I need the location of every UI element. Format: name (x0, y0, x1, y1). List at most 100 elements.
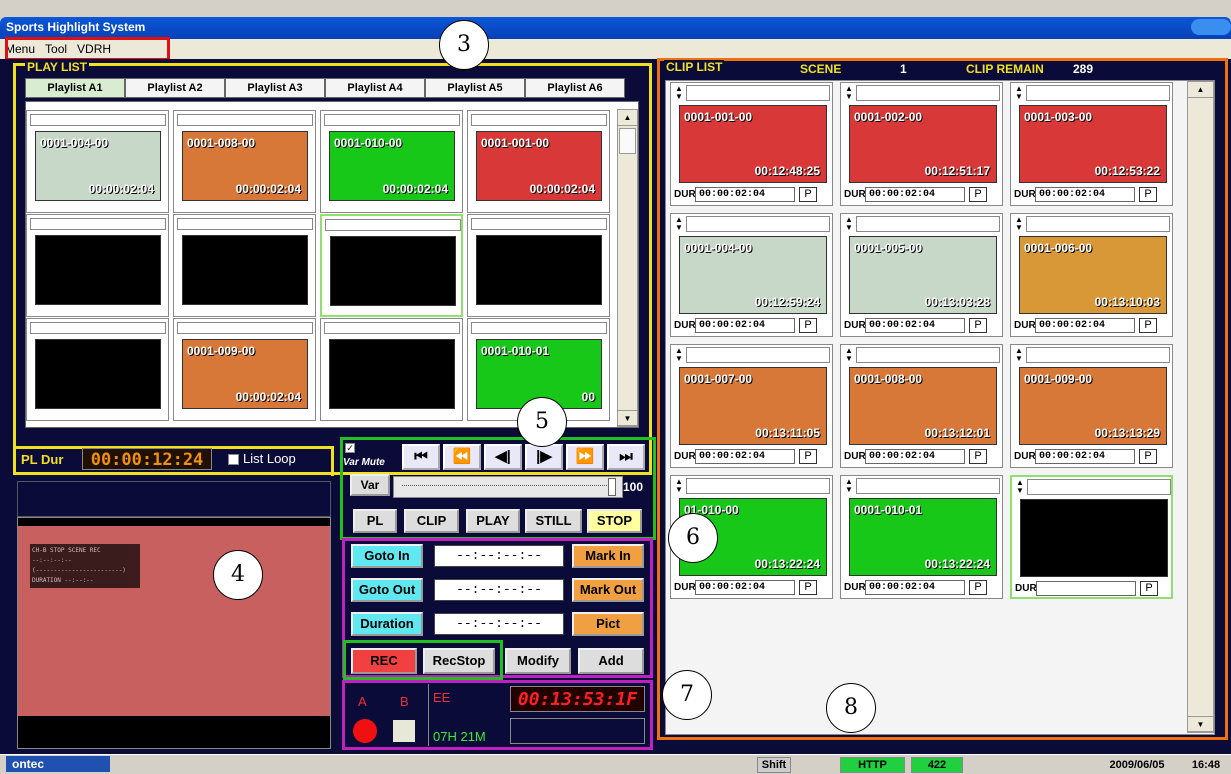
spin-arrows-icon[interactable]: ▲ ▼ (674, 347, 684, 363)
rec-button[interactable]: REC (351, 648, 417, 674)
tab-playlist-a2[interactable]: Playlist A2 (125, 78, 225, 98)
var-button[interactable]: Var (350, 474, 390, 496)
mark-in-timecode[interactable]: --:--:--:-- (434, 545, 564, 567)
clip-scroll-up-icon[interactable]: ▲ (1188, 82, 1213, 98)
clip-cell[interactable]: ▲ ▼ 0001-009-00 00:13:13:29 DUR 00:00:02:04 P (1010, 344, 1173, 468)
tab-playlist-a3[interactable]: Playlist A3 (225, 78, 325, 98)
stop-mode-button[interactable]: STOP (587, 509, 642, 533)
p-button[interactable]: P (1140, 581, 1158, 596)
playlist-cell[interactable] (467, 214, 610, 317)
clip-caption[interactable] (856, 347, 1000, 363)
cell-caption[interactable] (30, 322, 166, 334)
playlist-cell[interactable]: 0001-010-00 00:00:02:04 (320, 110, 463, 213)
rewind-button[interactable]: ⏪ (443, 444, 481, 470)
mark-out-button[interactable]: Mark Out (572, 578, 644, 602)
playlist-scrollbar[interactable]: ▲ ▼ (617, 109, 638, 427)
cell-caption[interactable] (30, 218, 166, 230)
clip-cell[interactable]: ▲ ▼ 0001-004-00 00:12:59:24 DUR 00:00:02:04 P (670, 213, 833, 337)
modify-button[interactable]: Modify (505, 648, 571, 674)
cell-caption[interactable] (471, 114, 607, 126)
clip-caption[interactable] (686, 478, 830, 494)
cell-caption[interactable] (324, 322, 460, 334)
dur-value[interactable]: 00:00:02:04 (695, 187, 795, 202)
dur-value[interactable]: 00:00:02:04 (865, 318, 965, 333)
dur-value[interactable]: 00:00:02:04 (695, 318, 795, 333)
clip-caption[interactable] (856, 85, 1000, 101)
fast-forward-button[interactable]: ⏩ (566, 444, 604, 470)
p-button[interactable]: P (799, 318, 817, 333)
playlist-cell[interactable] (320, 214, 463, 317)
window-control[interactable] (1191, 19, 1231, 35)
clip-cell[interactable]: ▲ ▼ 0001-006-00 00:13:10:03 DUR 00:00:02:04 P (1010, 213, 1173, 337)
tab-playlist-a1[interactable]: Playlist A1 (25, 78, 125, 98)
var-speed-slider[interactable] (393, 476, 623, 498)
dur-value[interactable]: 00:00:02:04 (1035, 318, 1135, 333)
tab-playlist-a4[interactable]: Playlist A4 (325, 78, 425, 98)
playlist-cell[interactable]: 0001-004-00 00:00:02:04 (26, 110, 169, 213)
skip-end-button[interactable]: ⏭ (607, 444, 645, 470)
tab-playlist-a5[interactable]: Playlist A5 (425, 78, 525, 98)
playlist-cell[interactable] (320, 318, 463, 421)
clip-caption[interactable] (1026, 85, 1170, 101)
cell-caption[interactable] (325, 219, 461, 231)
playlist-cell[interactable] (26, 214, 169, 317)
clip-caption[interactable] (686, 85, 830, 101)
spin-arrows-icon[interactable]: ▲ ▼ (1014, 216, 1024, 232)
clip-cell[interactable]: ▲ ▼ 0001-005-00 00:13:03:28 DUR 00:00:02:04 P (840, 213, 1003, 337)
duration-button[interactable]: Duration (351, 612, 423, 636)
scroll-up-icon[interactable]: ▲ (618, 110, 637, 126)
dur-value[interactable]: 00:00:02:04 (1035, 449, 1135, 464)
step-forward-button[interactable]: |▶ (525, 444, 563, 470)
scroll-down-icon[interactable]: ▼ (618, 410, 637, 426)
dur-value[interactable]: 00:00:02:04 (695, 580, 795, 595)
pl-mode-button[interactable]: PL (353, 509, 397, 533)
p-button[interactable]: P (1139, 318, 1157, 333)
var-mute-checkbox[interactable]: ✓ (345, 443, 355, 453)
clip-caption[interactable] (686, 347, 830, 363)
playlist-cell[interactable]: 0001-001-00 00:00:02:04 (467, 110, 610, 213)
clip-caption[interactable] (856, 478, 1000, 494)
p-button[interactable]: P (969, 449, 987, 464)
clip-cell[interactable]: ▲ ▼ 0001-007-00 00:13:11:05 DUR 00:00:02:04 P (670, 344, 833, 468)
p-button[interactable]: P (969, 580, 987, 595)
slider-thumb[interactable] (608, 478, 616, 496)
dur-value[interactable]: 00:00:02:04 (865, 187, 965, 202)
spin-arrows-icon[interactable]: ▲ ▼ (674, 478, 684, 494)
p-button[interactable]: P (799, 449, 817, 464)
playlist-cell[interactable]: 0001-008-00 00:00:02:04 (173, 110, 316, 213)
play-mode-button[interactable]: PLAY (466, 509, 520, 533)
mark-in-button[interactable]: Mark In (572, 544, 644, 568)
dur-value[interactable] (1036, 581, 1136, 596)
spin-arrows-icon[interactable]: ▲ ▼ (1015, 479, 1025, 495)
clip-cell[interactable]: ▲ ▼ 0001-002-00 00:12:51:17 DUR 00:00:02:04 P (840, 82, 1003, 206)
p-button[interactable]: P (969, 318, 987, 333)
scroll-thumb[interactable] (619, 128, 636, 154)
dur-value[interactable]: 00:00:02:04 (1035, 187, 1135, 202)
still-mode-button[interactable]: STILL (525, 509, 582, 533)
cell-caption[interactable] (177, 114, 313, 126)
goto-in-button[interactable]: Goto In (351, 544, 423, 568)
cell-caption[interactable] (471, 218, 607, 230)
cliplist-scrollbar[interactable]: ▲ ▼ (1187, 81, 1214, 733)
duration-timecode[interactable]: --:--:--:-- (434, 613, 564, 635)
cell-caption[interactable] (471, 322, 607, 334)
spin-arrows-icon[interactable]: ▲ ▼ (844, 216, 854, 232)
rec-stop-button[interactable]: RecStop (423, 648, 495, 674)
dur-value[interactable]: 00:00:02:04 (865, 449, 965, 464)
spin-arrows-icon[interactable]: ▲ ▼ (1014, 347, 1024, 363)
p-button[interactable]: P (969, 187, 987, 202)
clip-cell[interactable]: ▲ ▼ 0001-008-00 00:13:12:01 DUR 00:00:02:04 P (840, 344, 1003, 468)
p-button[interactable]: P (799, 580, 817, 595)
pict-button[interactable]: Pict (572, 612, 644, 636)
clip-caption[interactable] (1026, 216, 1170, 232)
spin-arrows-icon[interactable]: ▲ ▼ (674, 216, 684, 232)
dur-value[interactable]: 00:00:02:04 (695, 449, 795, 464)
spin-arrows-icon[interactable]: ▲ ▼ (844, 347, 854, 363)
cell-caption[interactable] (324, 114, 460, 126)
clip-mode-button[interactable]: CLIP (404, 509, 459, 533)
clip-cell[interactable]: ▲ ▼ 0001-003-00 00:12:53:22 DUR 00:00:02:04 P (1010, 82, 1173, 206)
playlist-cell[interactable] (173, 214, 316, 317)
playlist-cell[interactable]: 0001-009-00 00:00:02:04 (173, 318, 316, 421)
clip-cell[interactable]: ▲ ▼ 0001-001-00 00:12:48:25 DUR 00:00:02:04 P (670, 82, 833, 206)
cell-caption[interactable] (30, 114, 166, 126)
